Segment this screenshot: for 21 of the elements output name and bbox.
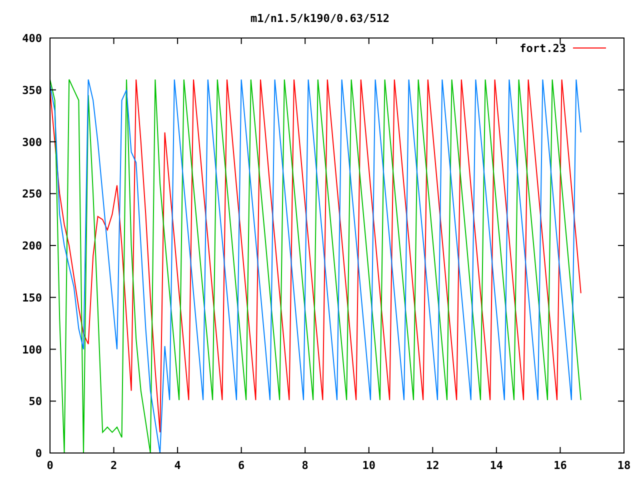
x-tick-label: 18 xyxy=(617,459,631,472)
x-tick-label: 2 xyxy=(110,459,118,472)
y-tick-label: 100 xyxy=(22,343,42,356)
x-tick-label: 10 xyxy=(362,459,376,472)
x-tick-label: 16 xyxy=(554,459,567,472)
x-tick-label: 12 xyxy=(426,459,440,472)
y-tick-label: 300 xyxy=(22,136,42,149)
y-tick-label: 250 xyxy=(22,188,42,201)
x-tick-label: 8 xyxy=(302,459,308,472)
y-tick-label: 150 xyxy=(22,291,42,304)
x-tick-label: 14 xyxy=(490,459,504,472)
x-tick-label: 0 xyxy=(46,459,54,472)
x-tick-label: 6 xyxy=(238,459,245,472)
y-tick-label: 400 xyxy=(22,32,42,45)
y-tick-label: 350 xyxy=(22,84,42,97)
y-tick-label: 50 xyxy=(28,395,42,408)
legend-label: fort.23 xyxy=(520,42,566,55)
chart-title: m1/n1.5/k190/0.63/512 xyxy=(250,12,390,25)
y-tick-label: 200 xyxy=(22,240,42,252)
x-tick-label: 4 xyxy=(174,459,181,472)
y-tick-label: 0 xyxy=(35,447,42,460)
